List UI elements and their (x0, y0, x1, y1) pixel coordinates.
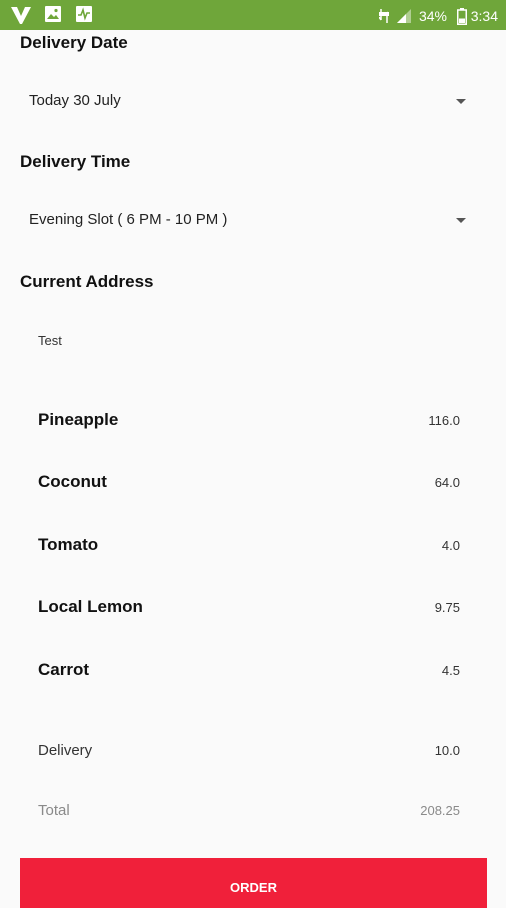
current-address-title: Current Address (20, 272, 154, 291)
delivery-time-title: Delivery Time (20, 152, 131, 171)
app-logo-icon (11, 7, 31, 24)
item-price: 116.0 (428, 413, 460, 428)
dropdown-arrow-icon (456, 218, 466, 223)
item-price: 9.75 (434, 600, 460, 615)
item-price: 4.5 (441, 663, 460, 678)
list-item: Carrot 4.5 (38, 656, 460, 686)
item-name: Coconut (38, 472, 107, 491)
battery-percent: 34% (418, 8, 447, 25)
item-name: Carrot (38, 660, 90, 679)
image-icon (45, 6, 62, 22)
status-bar: 34% 3:34 (0, 0, 506, 30)
delivery-value: 10.0 (434, 743, 460, 758)
activity-icon (75, 6, 92, 22)
clock: 3:34 (470, 8, 498, 25)
data-transfer-icon (379, 9, 390, 24)
delivery-charge-row: Delivery 10.0 (38, 739, 460, 763)
item-name: Pineapple (38, 410, 119, 429)
item-name: Tomato (38, 535, 99, 554)
list-item: Coconut 64.0 (38, 468, 460, 498)
battery-icon (456, 7, 467, 25)
signal-icon (397, 9, 412, 24)
list-item: Local Lemon 9.75 (38, 593, 460, 623)
item-price: 64.0 (434, 475, 460, 490)
list-item: Pineapple 116.0 (38, 406, 460, 436)
notification-icons (10, 5, 101, 25)
delivery-date-value: Today 30 July (29, 92, 121, 109)
delivery-date-title: Delivery Date (20, 33, 128, 52)
item-price: 4.0 (441, 538, 460, 553)
order-button-label: ORDER (230, 880, 277, 895)
total-value: 208.25 (420, 803, 460, 818)
system-status: 34% 3:34 (376, 4, 498, 26)
total-row: Total 208.25 (38, 799, 460, 823)
current-address-value: Test (38, 333, 62, 348)
total-label: Total (38, 802, 70, 819)
order-button[interactable]: ORDER (20, 858, 487, 908)
delivery-date-dropdown[interactable]: Today 30 July (20, 82, 472, 122)
delivery-label: Delivery (38, 742, 93, 759)
list-item: Tomato 4.0 (38, 531, 460, 561)
delivery-time-dropdown[interactable]: Evening Slot ( 6 PM - 10 PM ) (20, 201, 472, 241)
item-name: Local Lemon (38, 597, 143, 616)
delivery-time-value: Evening Slot ( 6 PM - 10 PM ) (29, 211, 228, 228)
dropdown-arrow-icon (456, 99, 466, 104)
